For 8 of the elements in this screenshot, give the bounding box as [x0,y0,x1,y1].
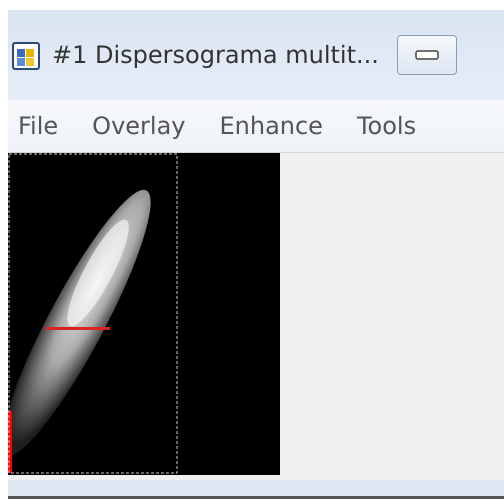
minimize-button[interactable] [396,35,457,75]
menu-item[interactable]: Enhance [219,112,323,140]
menu-item[interactable]: Overlay [92,112,186,140]
menu-item[interactable]: Tools [356,112,416,140]
app-icon [12,40,40,70]
minimize-icon [414,50,439,60]
window-title: #1 Dispersograma multit... [52,41,379,69]
menu-item[interactable]: File [18,112,58,140]
